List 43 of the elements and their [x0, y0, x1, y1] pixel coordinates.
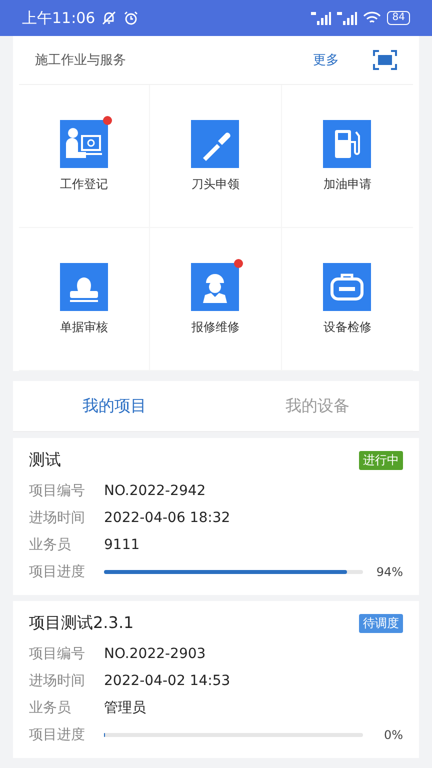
field-label: 进场时间 [29, 672, 86, 690]
worker-helmet-icon [191, 262, 240, 310]
project-card[interactable]: 测试 进行中 项目编号 NO.2022-2942 进场时间 2022-04-06 18:32 业务员 9111 项目进度 94% [13, 438, 419, 595]
stamp-icon [60, 262, 108, 310]
service-tile[interactable]: 工作登记 [19, 85, 150, 228]
field-value: NO.2022-2942 [104, 482, 206, 498]
alarm-clock-icon [123, 10, 140, 26]
wifi-icon [363, 11, 382, 25]
battery-level: 84 [387, 11, 410, 25]
service-tile[interactable]: 报修维修 [150, 228, 282, 371]
field-value: 2022-04-06 18:32 [104, 510, 230, 526]
status-tag: 待调度 [359, 614, 403, 633]
field-value: 2022-04-02 14:53 [104, 672, 230, 688]
field-label: 项目进度 [29, 726, 86, 744]
field-value: 9111 [104, 536, 140, 552]
clock-time: 上午11:06 [22, 8, 96, 28]
fuel-pump-icon [323, 120, 372, 168]
project-name: 测试 [29, 450, 61, 471]
toolbox-icon [323, 262, 372, 310]
signal-icon [337, 11, 358, 25]
field-label: 项目编号 [29, 482, 86, 500]
section-title: 施工作业与服务 [35, 52, 127, 69]
scan-icon[interactable] [373, 50, 397, 70]
more-link[interactable]: 更多 [313, 51, 339, 69]
project-name: 项目测试2.3.1 [29, 613, 134, 634]
field-label: 进场时间 [29, 508, 86, 526]
worker-computer-icon [60, 120, 108, 168]
field-label: 业务员 [29, 536, 72, 554]
screwdriver-icon [191, 120, 240, 168]
tab[interactable]: 我的项目 [13, 381, 216, 431]
signal-icon [311, 11, 332, 25]
project-card[interactable]: 项目测试2.3.1 待调度 项目编号 NO.2022-2903 进场时间 2022-04-02 14:53 业务员 管理员 项目进度 0% [13, 601, 419, 758]
field-label: 业务员 [29, 698, 72, 716]
service-tile[interactable]: 单据审核 [19, 228, 150, 371]
bell-off-icon [101, 10, 118, 26]
field-label: 项目进度 [29, 562, 86, 580]
field-value: 管理员 [104, 698, 146, 716]
field-label: 项目编号 [29, 644, 86, 662]
progress-reading: 0% [382, 728, 403, 742]
field-value: NO.2022-2903 [104, 646, 206, 662]
service-tile[interactable]: 刀头申领 [150, 85, 282, 228]
status-tag: 进行中 [359, 451, 403, 470]
progress-reading: 94% [375, 564, 403, 578]
